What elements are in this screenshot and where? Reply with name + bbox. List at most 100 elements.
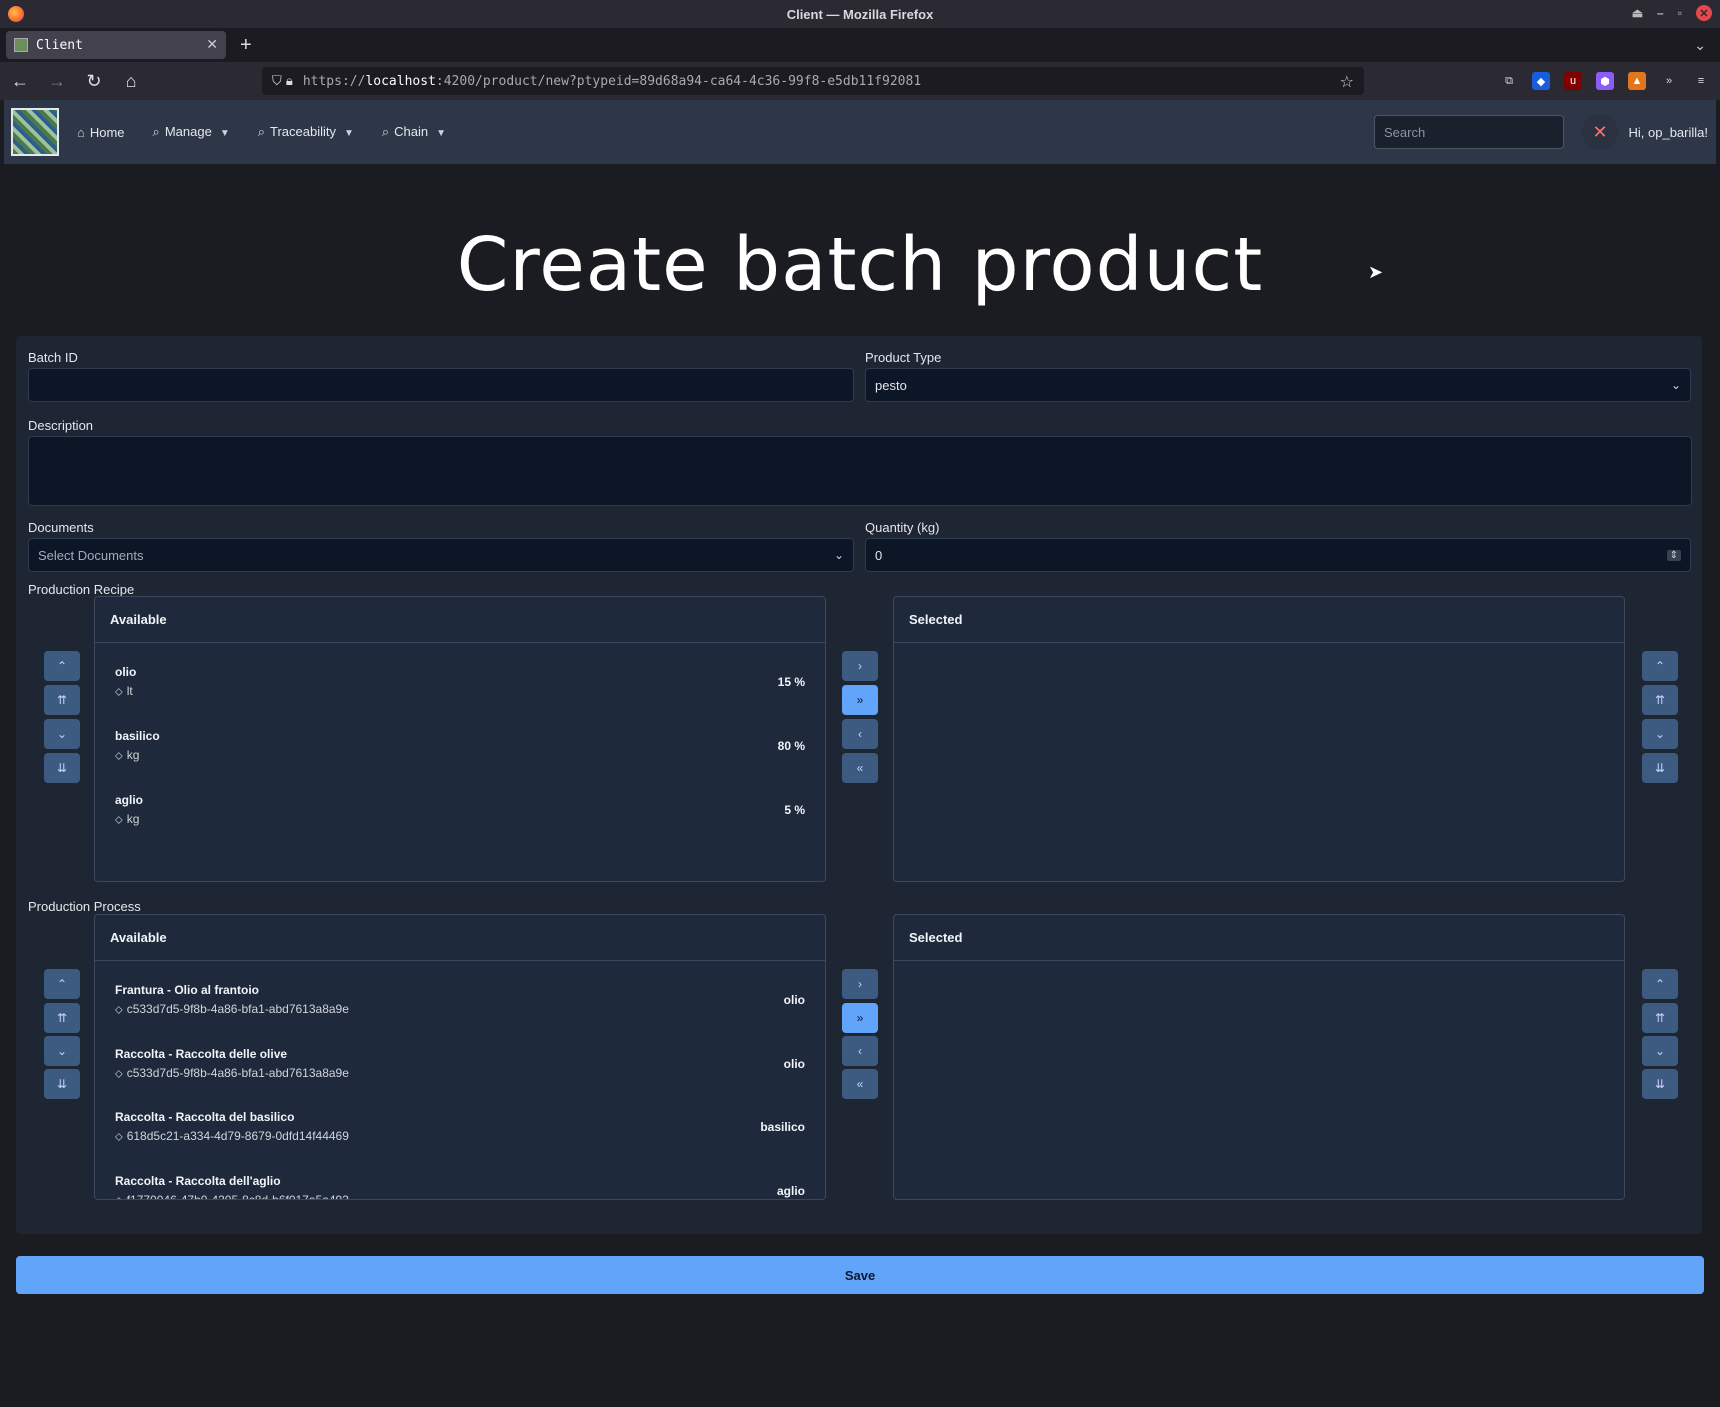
search-input[interactable]: Search [1374,115,1564,149]
nav-traceability[interactable]: ⌕ Traceability ▼ [258,124,354,140]
move-bottom-button[interactable]: ⇊ [44,1069,80,1099]
move-to-available-button[interactable]: ‹ [842,719,878,749]
nav-home-label: Home [89,124,125,140]
search-icon: ⌕ [381,124,390,139]
list-item[interactable]: Raccolta - Raccolta dell'aglio ⬦f1770046… [115,1174,805,1199]
page-title: Create batch product [456,222,1264,308]
url-rest: :4200/product/new?ptypeid=89d68a94-ca64-… [435,73,922,89]
move-bottom-button[interactable]: ⇊ [44,753,80,783]
move-to-available-button[interactable]: ‹ [842,1036,878,1066]
move-up-button[interactable]: ⌃ [44,651,80,681]
tag-icon: ⬦ [115,750,123,762]
browser-tab[interactable]: Client ✕ [6,31,226,59]
documents-select[interactable]: Select Documents ⌄ [28,538,854,572]
minimize-icon[interactable]: – [1657,6,1664,20]
description-label: Description [28,418,94,433]
process-item-name: Raccolta - Raccolta dell'aglio [115,1174,281,1188]
app-logo[interactable] [11,108,59,156]
search-icon: ⌕ [152,124,160,139]
close-window-icon[interactable]: ✕ [1696,5,1712,21]
eject-icon[interactable]: ⏏ [1632,6,1643,20]
move-bottom-button[interactable]: ⇊ [1642,753,1678,783]
window-title: Client — Mozilla Firefox [786,6,934,22]
nav-chain[interactable]: ⌕ Chain ▼ [382,124,446,140]
move-all-to-selected-button[interactable]: » [842,1003,878,1033]
move-to-selected-button[interactable]: › [842,969,878,999]
recipe-selected-header: Selected [894,597,1624,643]
bookmark-star-icon[interactable]: ☆ [1340,72,1354,91]
move-top-button[interactable]: ⇈ [1642,685,1678,715]
chevron-down-icon: ▼ [343,128,354,139]
metamask-icon[interactable]: ▲ [1628,72,1646,90]
move-to-selected-button[interactable]: › [842,651,878,681]
move-top-button[interactable]: ⇈ [44,685,80,715]
url-bar[interactable]: ⛉ 🔒︎ https://localhost:4200/product/new?… [262,67,1364,95]
quantity-label: Quantity (kg) [865,520,940,535]
save-button[interactable]: Save [16,1256,1704,1294]
batch-id-input[interactable] [28,368,854,402]
move-all-to-available-button[interactable]: « [842,1069,878,1099]
list-item[interactable]: olio ⬦ lt 15 % [115,665,805,719]
move-all-to-selected-button[interactable]: » [842,685,878,715]
move-up-button[interactable]: ⌃ [44,969,80,999]
recipe-item-percent: 15 % [777,675,805,689]
tab-close-icon[interactable]: ✕ [206,37,218,53]
logout-close-icon[interactable]: ✕ [1582,114,1618,150]
recipe-item-name: olio [115,665,137,679]
hamburger-menu-icon[interactable]: ≡ [1692,72,1710,90]
tag-icon: ⬦ [115,1004,123,1016]
list-tabs-icon[interactable]: ⌄ [1694,37,1706,54]
reload-icon[interactable]: ↻ [77,71,111,92]
forward-icon[interactable]: → [40,71,74,92]
quantity-stepper[interactable]: ⇕ [1666,549,1681,561]
move-all-to-available-button[interactable]: « [842,753,878,783]
process-label: Production Process [28,899,141,914]
documents-label: Documents [28,520,94,535]
recipe-item-percent: 5 % [784,803,805,817]
move-down-button[interactable]: ⌄ [44,719,80,749]
list-item[interactable]: aglio ⬦ kg 5 % [115,793,805,847]
move-bottom-button[interactable]: ⇊ [1642,1069,1678,1099]
mouse-cursor-icon: ➤ [1368,262,1384,282]
list-item[interactable]: Raccolta - Raccolta del basilico ⬦ 618d5c… [115,1110,805,1164]
move-top-button[interactable]: ⇈ [44,1003,80,1033]
nav-home[interactable]: ⌂ Home [77,125,125,140]
tab-bar: Client ✕ + ⌄ [0,28,1720,62]
new-tab-icon[interactable]: + [240,34,252,57]
ublock-icon[interactable]: u [1564,72,1582,90]
list-item[interactable]: Frantura - Olio al frantoio ⬦ c533d7d5-9f… [115,983,805,1037]
move-up-button[interactable]: ⌃ [1642,651,1678,681]
process-item-ingredient: aglio [776,1184,805,1198]
quantity-input[interactable]: 0 ⇕ [865,538,1691,572]
lock-icon[interactable]: ⛉ 🔒︎ [272,74,293,89]
recipe-label: Production Recipe [28,582,135,597]
firefox-logo-icon [8,6,24,22]
move-down-button[interactable]: ⌄ [1642,1036,1678,1066]
user-greeting: Hi, op_barilla! [1628,124,1709,140]
list-item[interactable]: Raccolta - Raccolta delle olive ⬦ c533d7d… [115,1047,805,1101]
move-down-button[interactable]: ⌄ [44,1036,80,1066]
back-icon[interactable]: ← [3,71,37,92]
process-item-ingredient: olio [783,993,805,1007]
bitwarden-icon[interactable]: ◆ [1532,72,1550,90]
restore-icon[interactable]: ▫ [1678,6,1682,20]
process-item-name: Frantura - Olio al frantoio [115,983,260,997]
list-item[interactable]: basilico ⬦ kg 80 % [115,729,805,783]
more-tools-icon[interactable]: » [1660,72,1678,90]
nav-manage[interactable]: ⌕ Manage ▼ [153,124,230,140]
move-up-button[interactable]: ⌃ [1642,969,1678,999]
move-down-button[interactable]: ⌄ [1642,719,1678,749]
tag-icon: ⬦ [115,1131,123,1143]
process-item-id: 618d5c21-a334-4d79-8679-0dfd14f44469 [126,1129,349,1143]
documents-placeholder: Select Documents [38,547,144,563]
extension-puzzle-icon[interactable]: ⧉ [1500,72,1518,90]
chevron-down-icon: ⌄ [1670,378,1681,392]
description-textarea[interactable] [28,436,1692,506]
search-icon: ⌕ [257,124,265,139]
home-icon[interactable]: ⌂ [114,71,148,92]
move-top-button[interactable]: ⇈ [1642,1003,1678,1033]
recipe-item-name: aglio [115,793,144,807]
product-type-select[interactable]: pesto ⌄ [865,368,1691,402]
tag-icon: ⬦ [115,1068,123,1080]
extension-hex-icon[interactable]: ⬢ [1596,72,1614,90]
